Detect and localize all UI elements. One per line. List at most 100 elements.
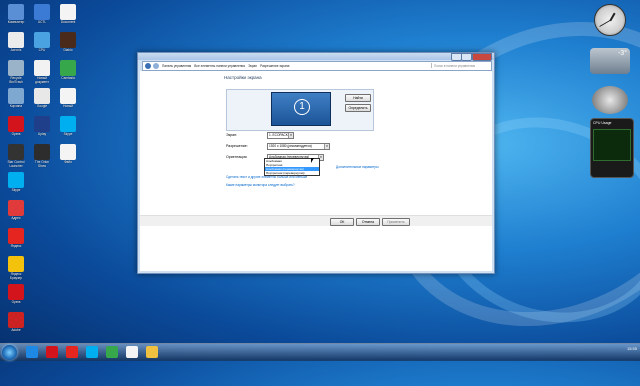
ok-button[interactable]: ОК bbox=[330, 218, 354, 226]
yandex-icon[interactable] bbox=[66, 346, 78, 358]
app-icon bbox=[60, 60, 76, 76]
window-titlebar[interactable] bbox=[138, 53, 494, 61]
desktop-icon-label: Adobe bbox=[11, 328, 21, 332]
app-icon bbox=[60, 4, 76, 20]
chevron-down-icon: ▾ bbox=[288, 133, 293, 138]
ie-icon[interactable] bbox=[26, 346, 38, 358]
desktop-icon[interactable]: Document bbox=[54, 4, 82, 25]
desktop-icon-label: Яндекс bbox=[10, 244, 22, 248]
forward-arrow-icon[interactable] bbox=[153, 63, 159, 69]
close-button[interactable] bbox=[472, 53, 492, 61]
desktop-icon-label: Новый документ bbox=[35, 76, 49, 84]
apply-button[interactable]: Применить bbox=[382, 218, 410, 226]
app-icon bbox=[34, 88, 50, 104]
chevron-down-icon: ▾ bbox=[324, 144, 329, 149]
desktop-icon[interactable]: Star Control Launcher bbox=[2, 144, 30, 169]
desktop-icon-label: Camtasia bbox=[61, 76, 75, 80]
desktop-icon[interactable]: Яндекс Браузер bbox=[2, 256, 30, 281]
document-icon[interactable] bbox=[126, 346, 138, 358]
find-button[interactable]: Найти bbox=[345, 94, 371, 102]
desktop-icon[interactable]: Новый документ bbox=[28, 60, 56, 85]
desktop-icon[interactable]: Яндекс bbox=[2, 228, 30, 249]
skype-icon[interactable] bbox=[86, 346, 98, 358]
desktop-icon-label: Корзина bbox=[9, 104, 23, 108]
desktop-icon-label: Star Control Launcher bbox=[7, 160, 25, 168]
desktop-icon-label: Skype bbox=[11, 188, 21, 192]
explorer-icon[interactable] bbox=[146, 346, 158, 358]
app-icon bbox=[8, 312, 24, 328]
resolution-label: Разрешение: bbox=[226, 144, 248, 148]
breadcrumb-item[interactable]: Экран bbox=[248, 64, 257, 68]
desktop-icon[interactable]: Google bbox=[28, 88, 56, 109]
opera-icon[interactable] bbox=[46, 346, 58, 358]
desktop-icon-label: Document bbox=[60, 20, 76, 24]
desktop-icon[interactable]: Acronis bbox=[2, 32, 30, 53]
advanced-settings-link[interactable]: Дополнительные параметры bbox=[336, 165, 379, 169]
desktop-icon[interactable]: Recycle Bin/Trash bbox=[2, 60, 30, 85]
desktop-icon[interactable]: Корзина bbox=[2, 88, 30, 109]
cpu-gadget-title: CPU Usage bbox=[593, 121, 612, 125]
desktop-icon[interactable]: Skype bbox=[2, 172, 30, 193]
desktop-icon-label: Адрес bbox=[11, 216, 21, 220]
tray-time[interactable]: 15:55 bbox=[627, 346, 637, 351]
desktop-icon-label: Новый bbox=[63, 104, 73, 108]
app-icon bbox=[8, 284, 24, 300]
app-icon bbox=[34, 4, 50, 20]
desktop-icon-label: Opera bbox=[11, 300, 21, 304]
app-icon bbox=[60, 144, 76, 160]
desktop-icon[interactable]: Skype bbox=[54, 116, 82, 137]
app-icon bbox=[8, 4, 24, 20]
desktop-icon-label: Recycle Bin/Trash bbox=[9, 76, 23, 84]
app-icon bbox=[8, 144, 24, 160]
desktop-icon[interactable]: Adobe bbox=[2, 312, 30, 333]
cancel-button[interactable]: Отмена bbox=[356, 218, 380, 226]
app-icon bbox=[60, 32, 76, 48]
app-icon bbox=[8, 88, 24, 104]
desktop-icon[interactable]: The Orion Show bbox=[28, 144, 56, 169]
breadcrumb-item[interactable]: Все элементы панели управления bbox=[194, 64, 245, 68]
app-icon bbox=[8, 256, 24, 272]
app-icon bbox=[8, 172, 24, 188]
address-bar[interactable]: Панель управления Все элементы панели уп… bbox=[142, 61, 492, 71]
weather-temp: -3° bbox=[617, 50, 627, 57]
monitor-icon[interactable]: 1 bbox=[271, 92, 331, 126]
desktop-icon[interactable]: Uplay bbox=[28, 116, 56, 137]
desktop-icon[interactable]: Camtasia bbox=[54, 60, 82, 81]
orientation-option[interactable]: Портретная (перевернутая) bbox=[265, 171, 319, 175]
meter-gadget bbox=[592, 86, 628, 114]
app-icon bbox=[8, 32, 24, 48]
display-label: Экран: bbox=[226, 133, 238, 137]
breadcrumb-item[interactable]: Панель управления bbox=[162, 64, 191, 68]
detect-button[interactable]: Определить bbox=[345, 104, 371, 112]
desktop-icon[interactable]: Opera bbox=[2, 284, 30, 305]
app-icon bbox=[8, 60, 24, 76]
resolution-select[interactable]: 1920 x 1080 (рекомендуется) ▾ bbox=[267, 143, 330, 150]
desktop-icon-label: CPU bbox=[38, 48, 46, 52]
desktop-icon[interactable]: Diablo bbox=[54, 32, 82, 53]
desktop-icon[interactable]: Новый bbox=[54, 88, 82, 109]
app-icon bbox=[34, 144, 50, 160]
back-arrow-icon[interactable] bbox=[145, 63, 151, 69]
desktop-icon[interactable]: UCTL bbox=[28, 4, 56, 25]
display-select[interactable]: 1. ECOPACK ▾ bbox=[267, 132, 294, 139]
desktop-icon-label: Uplay bbox=[37, 132, 47, 136]
desktop-icon[interactable]: Компьютер bbox=[2, 4, 30, 25]
search-input[interactable]: Поиск в панели управления bbox=[431, 63, 489, 68]
desktop-icon[interactable]: CPU bbox=[28, 32, 56, 53]
start-button[interactable] bbox=[2, 345, 17, 360]
desktop-icon[interactable]: Opera bbox=[2, 116, 30, 137]
monitor-preview: 1 Найти Определить bbox=[226, 89, 374, 131]
cpu-graph bbox=[593, 129, 631, 161]
display-value: 1. ECOPACK bbox=[269, 133, 288, 137]
maximize-button[interactable] bbox=[461, 53, 472, 61]
app-icon bbox=[8, 200, 24, 216]
desktop-icon[interactable]: Файл bbox=[54, 144, 82, 165]
mouse-cursor-icon bbox=[311, 158, 314, 163]
desktop-icon-label: The Orion Show bbox=[34, 160, 50, 168]
monitor-number: 1 bbox=[294, 99, 310, 115]
camtasia-icon[interactable] bbox=[106, 346, 118, 358]
desktop-icon-label: Файл bbox=[64, 160, 72, 164]
desktop-icon[interactable]: Адрес bbox=[2, 200, 30, 221]
breadcrumb-item[interactable]: Разрешение экрана bbox=[260, 64, 289, 68]
which-settings-link[interactable]: Какие параметры монитора следует выбрать… bbox=[226, 183, 295, 187]
